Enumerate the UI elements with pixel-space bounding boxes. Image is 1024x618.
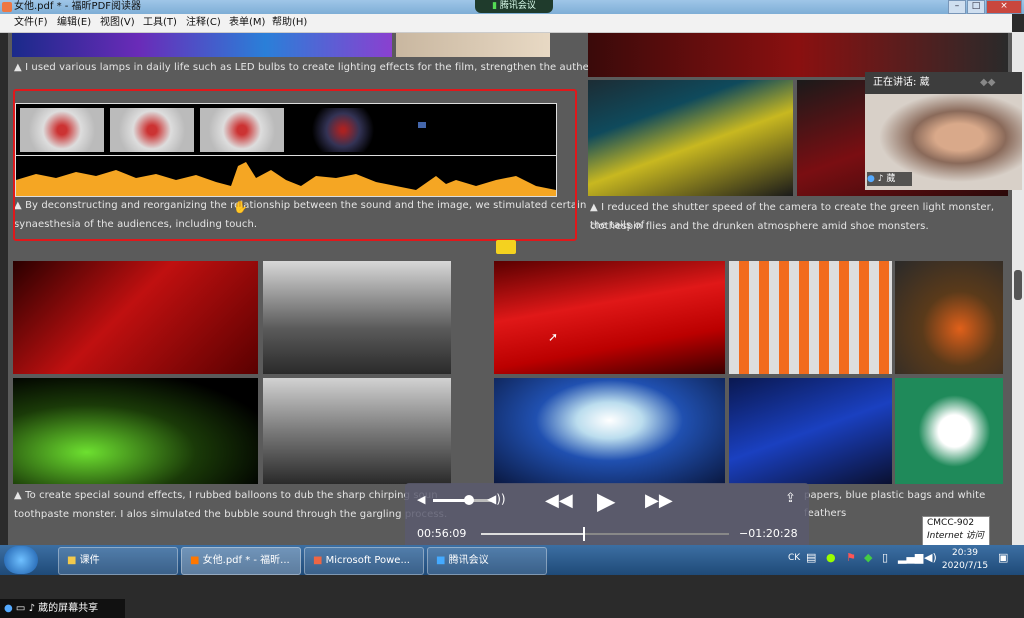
input-language[interactable]: CK bbox=[788, 553, 800, 563]
screen-share-indicator: ● ▭ ♪ 葳的屏幕共享 bbox=[0, 599, 125, 618]
user-icon: ● bbox=[867, 174, 875, 184]
meeting-bottom-area bbox=[0, 575, 1024, 618]
windows-taskbar: ■ 课件 ■ 女他.pdf * - 福昕... ■ Microsoft Powe… bbox=[0, 545, 1024, 575]
start-button[interactable] bbox=[4, 546, 38, 574]
share-icon[interactable]: ⇪ bbox=[785, 491, 796, 506]
clock-time: 20:39 bbox=[952, 548, 978, 558]
volume-slider[interactable] bbox=[433, 499, 493, 502]
maximize-button[interactable]: □ bbox=[967, 0, 985, 14]
scrollbar-thumb[interactable] bbox=[1014, 270, 1022, 300]
close-button[interactable]: × bbox=[986, 0, 1022, 14]
lamp-photo-2 bbox=[396, 33, 550, 57]
menu-help[interactable]: 帮助(H) bbox=[272, 14, 307, 32]
fast-forward-icon[interactable]: ▶▶ bbox=[645, 490, 673, 511]
network-tooltip: CMCC-902 Internet 访问 bbox=[922, 516, 990, 546]
lamp-photo-1 bbox=[12, 33, 392, 57]
mic-icon: ♪ bbox=[28, 603, 35, 614]
taskbar-item-label: 女他.pdf * - 福昕... bbox=[202, 555, 290, 566]
gargling-group-photo bbox=[263, 378, 451, 484]
paper-flower-photo bbox=[895, 261, 1003, 374]
taskbar-item-tencent-meeting[interactable]: ■ 腾讯会议 bbox=[427, 547, 547, 575]
menu-comment[interactable]: 注释(C) bbox=[186, 14, 221, 32]
pdf-document-view[interactable]: ▲ I used various lamps in daily life suc… bbox=[8, 33, 1012, 545]
seek-playhead[interactable] bbox=[582, 527, 585, 541]
menu-bar: 文件(F) 编辑(E) 视图(V) 工具(T) 注释(C) 表单(M) 帮助(H… bbox=[0, 14, 1012, 33]
caption-sound-effects-2: toothpaste monster. I alos simulated the… bbox=[14, 509, 448, 520]
screen-icon: ▭ bbox=[15, 603, 26, 614]
volume-knob[interactable] bbox=[464, 495, 474, 505]
seek-bar[interactable] bbox=[481, 533, 729, 535]
speaking-name: 葳 bbox=[919, 77, 930, 88]
elapsed-time: 00:56:09 bbox=[417, 527, 467, 540]
taskbar-item-label: 课件 bbox=[79, 555, 100, 566]
caption-shutter-2: clothespin flies and the drunken atmosph… bbox=[590, 221, 929, 232]
caption-sound-effects-1: ▲ To create special sound effects, I rub… bbox=[14, 490, 438, 501]
powerpoint-icon: ■ bbox=[313, 555, 323, 566]
clothespin-flies-photo bbox=[588, 80, 793, 196]
green-bottles-photo bbox=[13, 378, 258, 484]
arrow-cursor-icon: ➚ bbox=[548, 330, 559, 344]
participant-name: 葳 bbox=[886, 174, 896, 184]
tray-shield-icon[interactable]: ◆ bbox=[864, 551, 872, 564]
clock-date: 2020/7/15 bbox=[941, 561, 989, 571]
signal-icon: ▮ bbox=[492, 1, 498, 11]
notification-icon[interactable]: ▣ bbox=[998, 551, 1008, 564]
tray-keyboard-icon[interactable]: ▤ bbox=[806, 551, 816, 564]
volume-low-icon[interactable]: ◀ bbox=[417, 493, 425, 506]
blue-scene-photo bbox=[729, 378, 892, 484]
network-name: CMCC-902 bbox=[927, 518, 975, 528]
foxit-icon: ■ bbox=[190, 555, 200, 566]
tray-app-icon[interactable]: ● bbox=[826, 551, 836, 564]
white-feather-photo bbox=[895, 378, 1003, 484]
paper-flames-sheet-photo bbox=[729, 261, 892, 374]
meeting-indicator[interactable]: ▮ 腾讯会议 bbox=[475, 0, 553, 13]
taskbar-item-folder[interactable]: ■ 课件 bbox=[58, 547, 178, 575]
tray-usb-icon[interactable]: ▯ bbox=[882, 551, 888, 564]
clock[interactable]: 20:39 2020/7/15 bbox=[940, 547, 990, 573]
mic-icon: ♪ bbox=[877, 174, 884, 184]
speaking-label: 正在讲话: bbox=[873, 77, 917, 88]
tray-network-icon[interactable]: ▂▄▆ bbox=[898, 551, 923, 564]
highlight-annotation-box[interactable] bbox=[13, 89, 577, 241]
caption-lamps: ▲ I used various lamps in daily life suc… bbox=[14, 62, 623, 73]
video-toggle-icon[interactable]: ◆◆ bbox=[980, 72, 995, 94]
menu-tools[interactable]: 工具(T) bbox=[143, 14, 177, 32]
remaining-time: −01:20:28 bbox=[739, 527, 798, 540]
red-paper-flames-photo bbox=[494, 261, 725, 374]
menu-file[interactable]: 文件(F) bbox=[14, 14, 48, 32]
media-player-controls[interactable]: ◀ ◀)) ◀◀ ▶ ▶▶ ⇪ 00:56:09 −01:20:28 bbox=[405, 483, 809, 549]
taskbar-item-foxit[interactable]: ■ 女他.pdf * - 福昕... bbox=[181, 547, 301, 575]
speaking-header: 正在讲话: 葳 ◆◆ bbox=[865, 72, 1022, 94]
play-icon[interactable]: ▶ bbox=[597, 487, 615, 515]
participant-name-tag: ● ♪ 葳 bbox=[867, 172, 912, 186]
window-title-bar: 女他.pdf * - 福昕PDF阅读器 ▮ 腾讯会议 – □ × bbox=[0, 0, 1024, 14]
share-label: 葳的屏幕共享 bbox=[38, 603, 99, 614]
red-light-photo bbox=[13, 261, 258, 374]
taskbar-item-powerpoint[interactable]: ■ Microsoft Powe... bbox=[304, 547, 424, 575]
seek-fill bbox=[481, 533, 583, 535]
blue-plastic-bag-photo bbox=[494, 378, 725, 484]
menu-view[interactable]: 视图(V) bbox=[100, 14, 135, 32]
minimize-button[interactable]: – bbox=[948, 0, 966, 14]
folder-icon: ■ bbox=[67, 555, 77, 566]
tray-volume-icon[interactable]: ◀) bbox=[924, 551, 937, 564]
taskbar-item-label: Microsoft Powe... bbox=[325, 555, 410, 566]
menu-form[interactable]: 表单(M) bbox=[229, 14, 265, 32]
foxit-app-icon bbox=[2, 2, 12, 12]
balloon-group-photo bbox=[263, 261, 451, 374]
network-status: Internet 访问 bbox=[927, 531, 984, 541]
taskbar-item-label: 腾讯会议 bbox=[448, 555, 489, 566]
hand-cursor-icon: ✋ bbox=[233, 200, 248, 214]
user-icon: ● bbox=[4, 603, 13, 614]
rewind-icon[interactable]: ◀◀ bbox=[545, 490, 573, 511]
menu-edit[interactable]: 编辑(E) bbox=[57, 14, 91, 32]
tray-flag-icon[interactable]: ⚑ bbox=[846, 551, 856, 564]
meeting-label: 腾讯会议 bbox=[499, 1, 536, 11]
tencent-meeting-icon: ■ bbox=[436, 555, 446, 566]
comment-note-icon[interactable] bbox=[496, 240, 516, 254]
green-light-photo-top bbox=[588, 33, 1008, 77]
window-title: 女他.pdf * - 福昕PDF阅读器 bbox=[14, 1, 142, 12]
volume-high-icon[interactable]: ◀)) bbox=[487, 492, 506, 506]
